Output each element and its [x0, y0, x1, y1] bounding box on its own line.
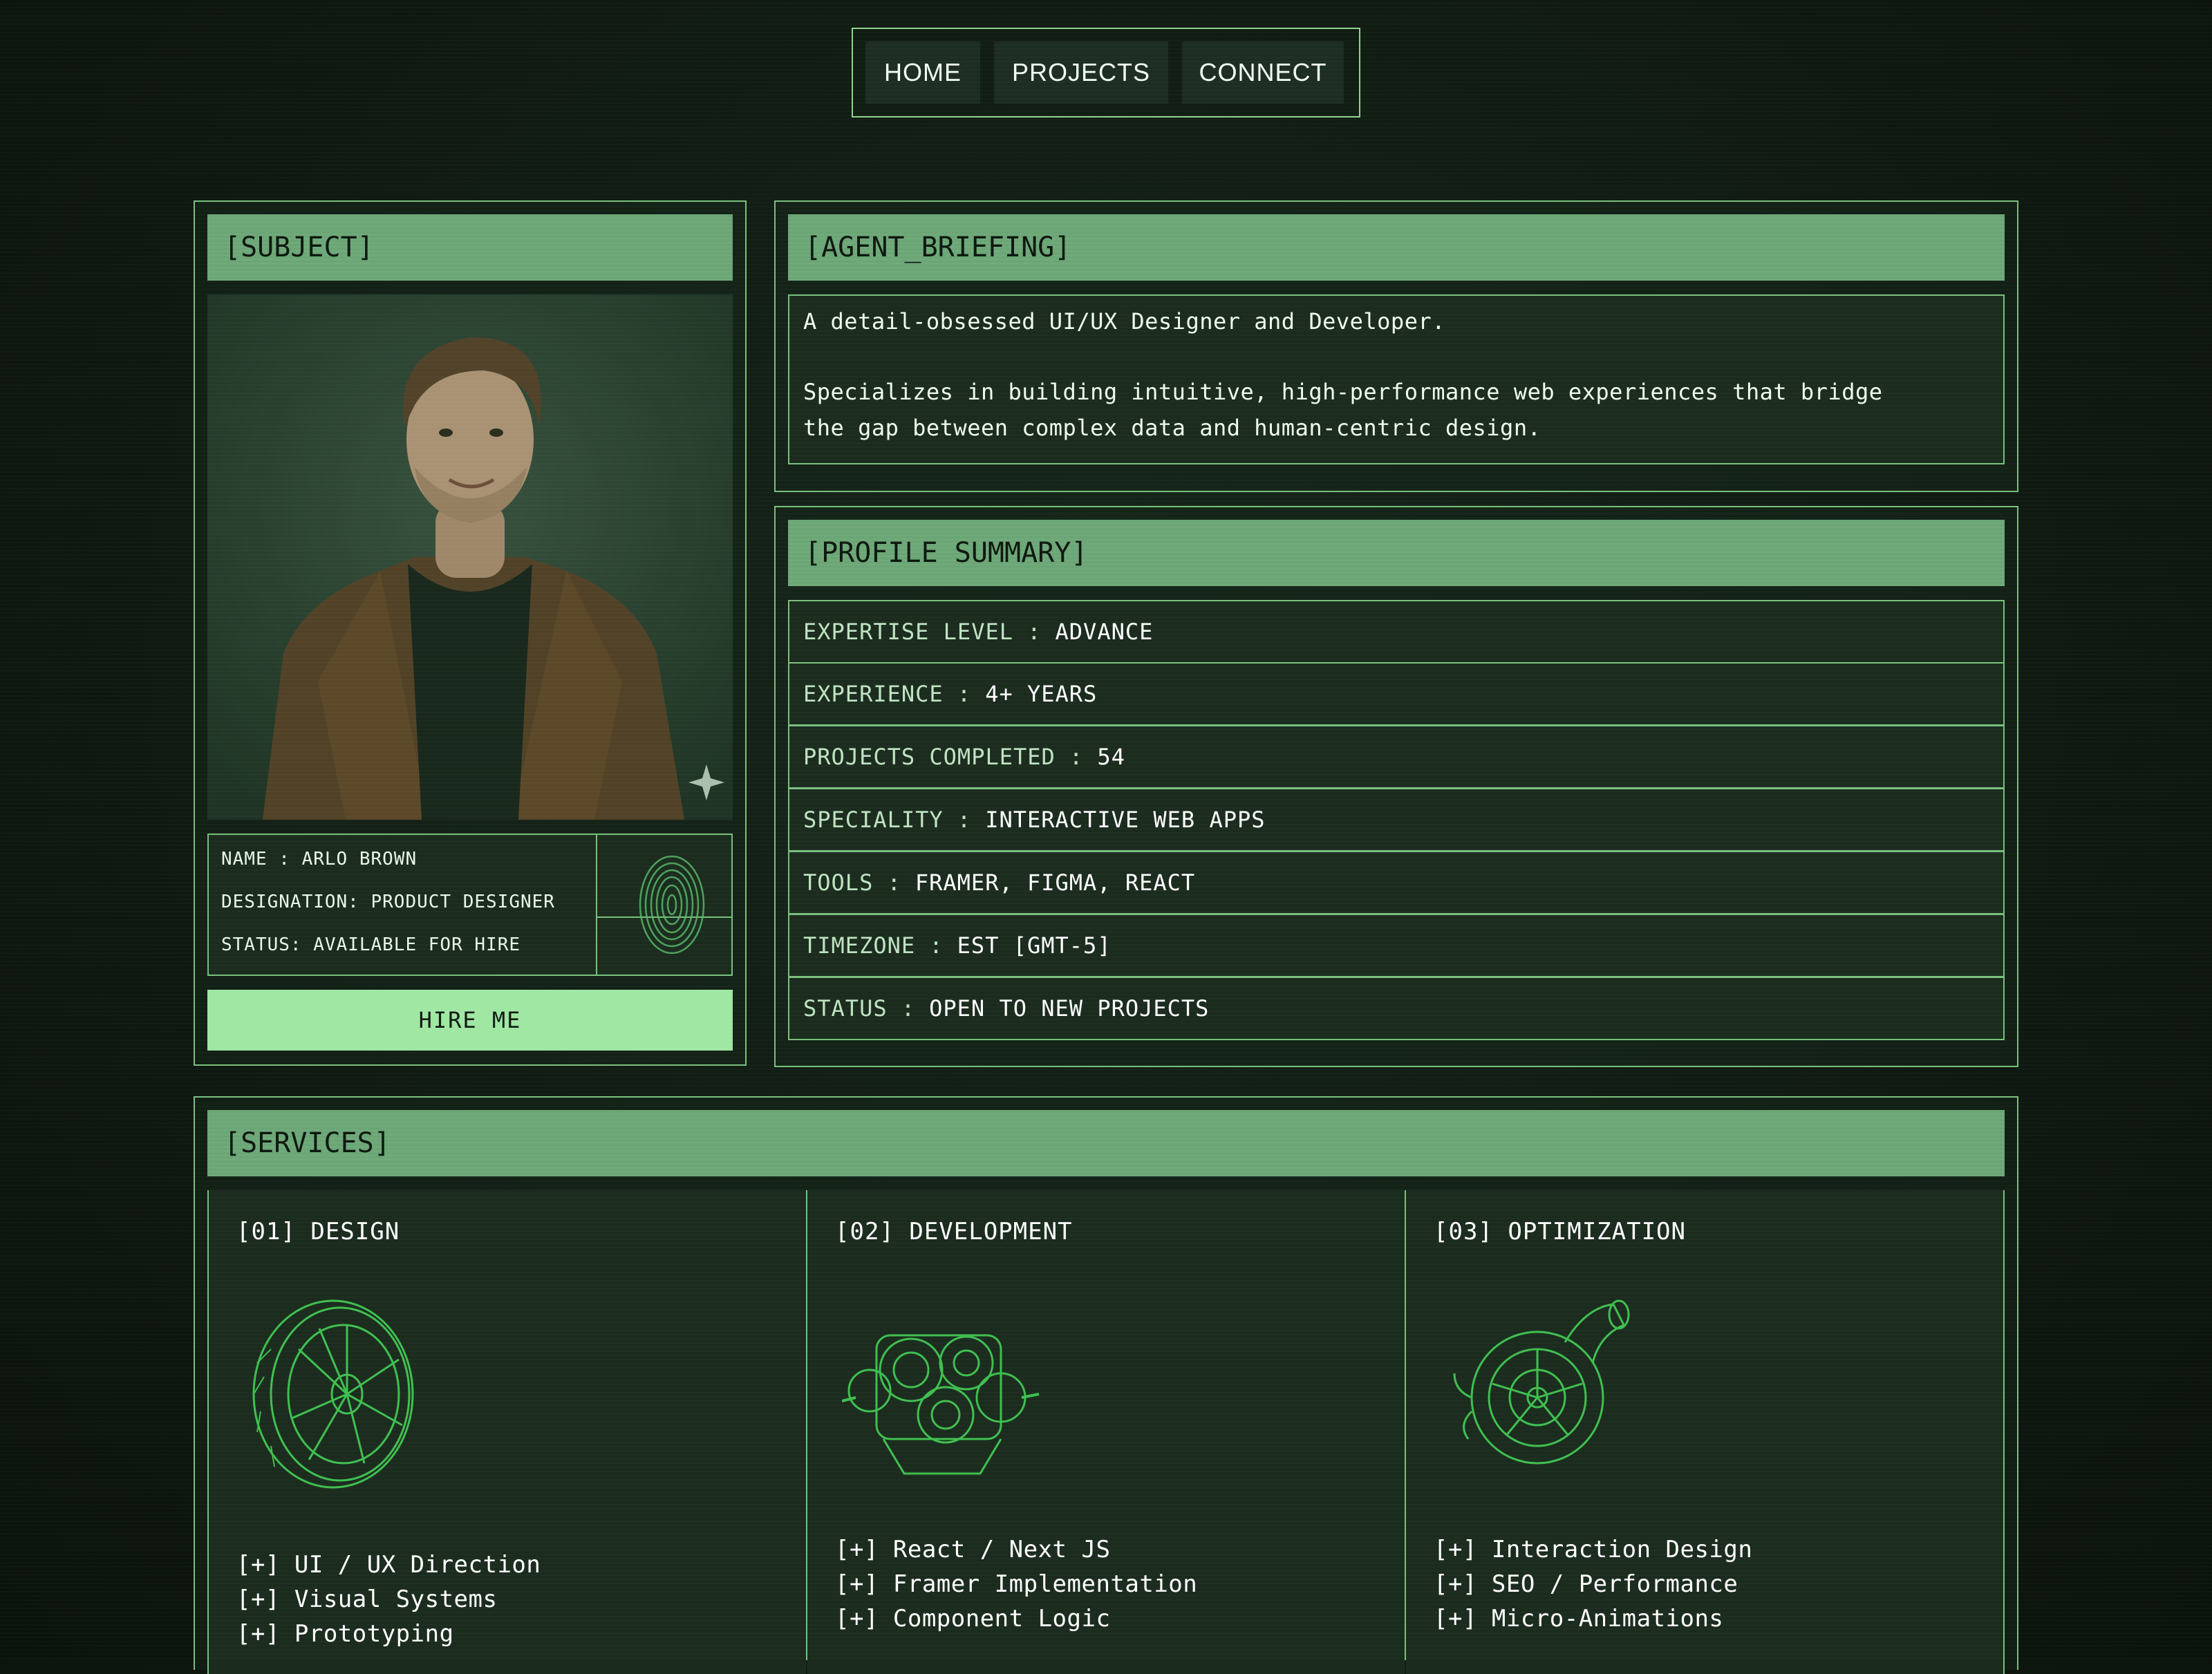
nav-home-button[interactable]: HOME — [865, 41, 980, 104]
profile-row-status: STATUS : OPEN TO NEW PROJECTS — [788, 977, 2005, 1040]
briefing-line-3: the gap between complex data and human-c… — [803, 415, 1541, 441]
gearbox-wireframe-icon — [841, 1294, 1042, 1490]
fingerprint-icon — [637, 853, 706, 959]
service-item: [+] UI / UX Direction — [236, 1551, 541, 1579]
subject-header: [SUBJECT] — [207, 214, 733, 281]
profile-row-timezone: TIMEZONE : EST [GMT-5] — [788, 914, 2005, 977]
wheel-wireframe-icon — [243, 1294, 430, 1497]
service-item: [+] Component Logic — [835, 1605, 1111, 1633]
top-nav: HOME PROJECTS CONNECT — [852, 28, 1360, 117]
nav-projects-button[interactable]: PROJECTS — [994, 41, 1168, 104]
service-development: [02] DEVELOPMENT [+] React / Next JS [+]… — [807, 1190, 1405, 1674]
briefing-body: A detail-obsessed UI/UX Designer and Dev… — [788, 294, 2005, 464]
id-card: NAME : ARLO BROWN DESIGNATION: PRODUCT D… — [207, 834, 733, 976]
service-title: [03] OPTIMIZATION — [1434, 1218, 1686, 1245]
briefing-header: [AGENT_BRIEFING] — [788, 214, 2005, 281]
profile-row-experience: EXPERIENCE :4+ YEARS — [788, 662, 2005, 726]
service-item: [+] Micro-Animations — [1434, 1605, 1724, 1633]
turbocharger-wireframe-icon — [1441, 1294, 1634, 1483]
service-optimization: [03] OPTIMIZATION [+] Interaction Design… — [1406, 1190, 2003, 1674]
profile-row-speciality: SPECIALITY : INTERACTIVE WEB APPS — [788, 788, 2005, 852]
name-field: NAME : ARLO BROWN — [221, 849, 418, 869]
nav-connect-button[interactable]: CONNECT — [1182, 41, 1344, 104]
service-item: [+] React / Next JS — [835, 1536, 1111, 1563]
service-item: [+] Framer Implementation — [835, 1570, 1198, 1598]
service-item: [+] Interaction Design — [1434, 1536, 1753, 1563]
service-item: [+] Prototyping — [236, 1620, 454, 1648]
profile-row-tools: TOOLS : FRAMER, FIGMA, REACT — [788, 851, 2005, 914]
profile-row-projects: PROJECTS COMPLETED :54 — [788, 725, 2005, 789]
designation-field: DESIGNATION: PRODUCT DESIGNER — [221, 892, 555, 912]
hire-me-button[interactable]: HIRE ME — [207, 990, 733, 1051]
service-item: [+] SEO / Performance — [1434, 1570, 1738, 1598]
service-design: [01] DESIGN [+] UI / UX Direction [+] Vi… — [209, 1190, 806, 1674]
briefing-line-1: A detail-obsessed UI/UX Designer and Dev… — [803, 308, 1445, 335]
service-title: [01] DESIGN — [236, 1218, 400, 1245]
briefing-line-2: Specializes in building intuitive, high-… — [803, 379, 1883, 405]
status-field: STATUS: AVAILABLE FOR HIRE — [221, 934, 521, 955]
profile-photo — [207, 294, 733, 820]
service-item: [+] Visual Systems — [236, 1586, 498, 1613]
profile-row-expertise: EXPERTISE LEVEL : ADVANCE — [788, 600, 2005, 664]
profile-header: [PROFILE SUMMARY] — [788, 520, 2005, 586]
service-title: [02] DEVELOPMENT — [835, 1218, 1073, 1245]
services-header: [SERVICES] — [207, 1110, 2005, 1176]
